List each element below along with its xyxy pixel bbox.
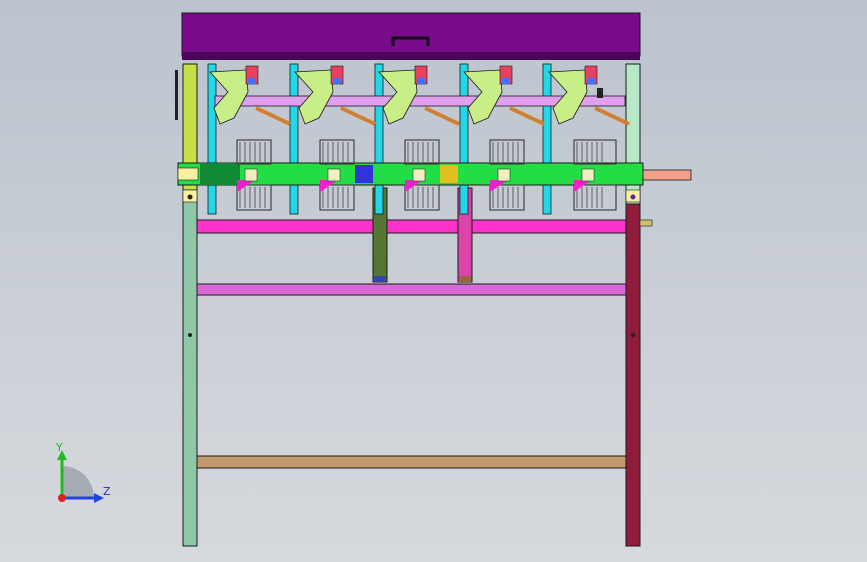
valve-base-0 [248, 78, 256, 84]
valve-base-1 [333, 78, 341, 84]
cross-beam-lower [196, 455, 627, 469]
support-foot-left [374, 276, 386, 282]
module-bottom-2 [404, 184, 440, 211]
module-bottom-0 [236, 184, 272, 211]
right-leg [625, 203, 641, 547]
shaft-coupling-blue [355, 165, 373, 183]
valve-base-3 [502, 78, 510, 84]
valve-base-4 [587, 78, 595, 84]
left-leg [182, 189, 198, 547]
module-hub-2 [412, 168, 426, 182]
nozzle-3 [509, 106, 545, 126]
shaft-section-dark-0 [200, 163, 240, 185]
frame-post-3 [459, 63, 469, 215]
module-top-3 [489, 139, 525, 165]
nozzle-1 [340, 106, 376, 126]
axis-triad: Y Z [40, 440, 120, 510]
top-cover [181, 12, 641, 57]
frame-post-2 [374, 63, 384, 215]
module-bottom-1 [319, 184, 355, 211]
left-lever [175, 70, 178, 120]
triad-quadrant [62, 466, 94, 498]
module-top-2 [404, 139, 440, 165]
cad-viewport[interactable]: Y Z [0, 0, 867, 562]
z-axis-label: Z [103, 485, 111, 498]
frame-post-4 [542, 63, 552, 215]
left-bracket-bolt [187, 194, 193, 200]
nozzle-0 [255, 106, 291, 126]
module-top-4 [573, 139, 617, 165]
frame-post-1 [289, 63, 299, 215]
side-handle [639, 219, 653, 227]
nozzle-2 [424, 106, 460, 126]
cad-model [175, 12, 692, 547]
module-bottom-4 [573, 184, 617, 211]
module-hub-1 [327, 168, 341, 182]
module-bottom-3 [489, 184, 525, 211]
top-cover-lip [182, 52, 640, 60]
y-axis-label: Y [56, 441, 63, 454]
valve-base-2 [417, 78, 425, 84]
module-top-0 [236, 139, 272, 165]
upper-rail-bracket [597, 88, 603, 98]
nozzle-4 [594, 106, 630, 126]
shaft-left-bearing [177, 167, 199, 181]
cross-beam-upper [196, 219, 627, 234]
x-axis-dot [58, 494, 66, 502]
module-hub-3 [497, 168, 511, 182]
module-hub-0 [244, 168, 258, 182]
frame-post-0 [207, 63, 217, 215]
left-leg-hole [188, 333, 192, 337]
right-bracket-bolt [630, 194, 636, 200]
module-top-1 [319, 139, 355, 165]
shaft-coupling-yellow [440, 165, 458, 183]
support-foot-right [459, 276, 471, 282]
module-hub-4 [581, 168, 595, 182]
shaft-end-stub [642, 169, 692, 181]
right-leg-hole [631, 333, 635, 337]
cross-beam-middle [196, 283, 627, 296]
